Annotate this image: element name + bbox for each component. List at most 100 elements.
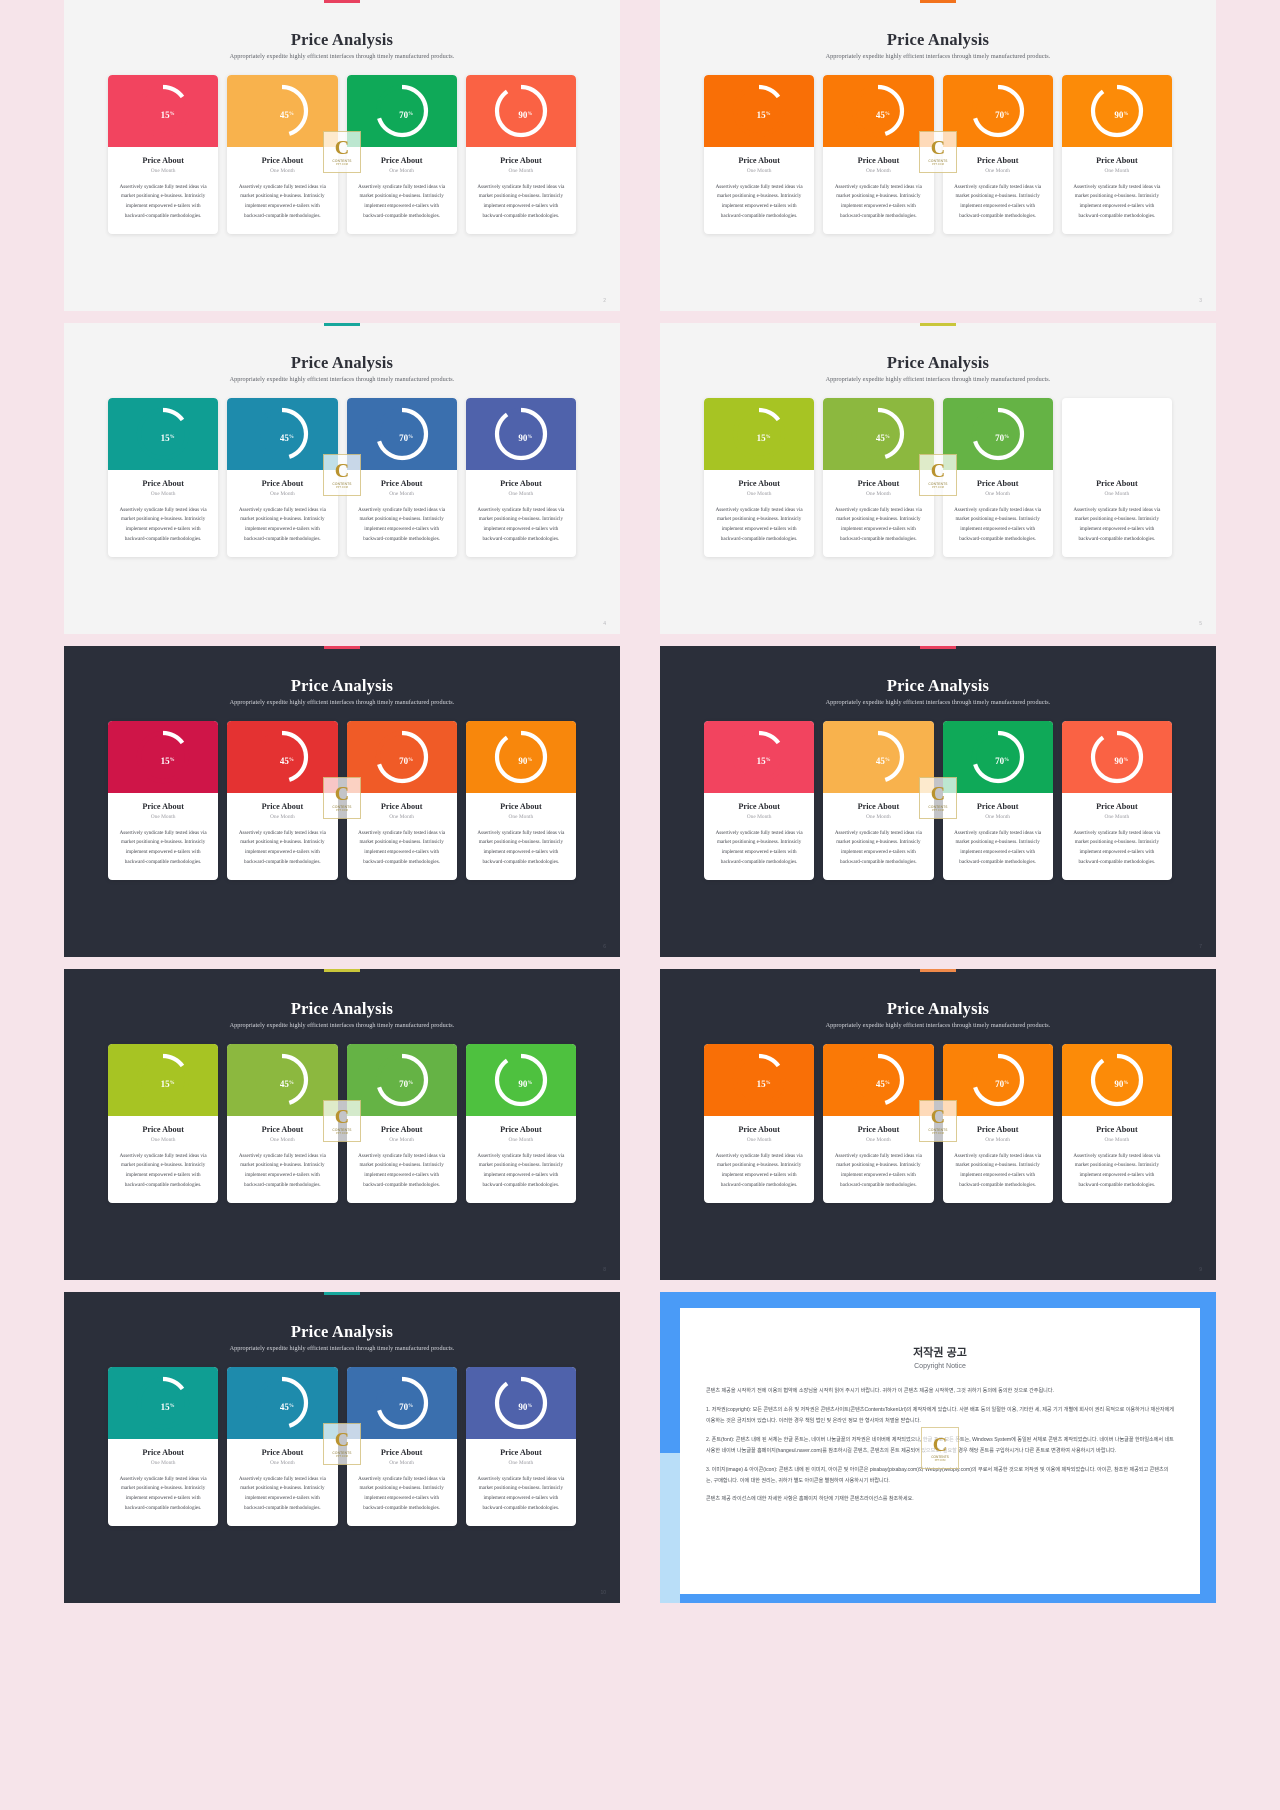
price-card[interactable]: 45% Price About One Month Assertively sy…: [823, 721, 934, 881]
price-card-title: Price About: [500, 802, 542, 811]
price-card[interactable]: 90% Price About One Month Assertively sy…: [465, 1044, 576, 1204]
price-card[interactable]: 90% Price About One Month Assertively sy…: [465, 721, 576, 881]
price-card-period: One Month: [985, 490, 1010, 497]
price-card-description: Assertively syndicate fully tested ideas…: [477, 506, 565, 543]
price-card-period: One Month: [508, 1136, 534, 1143]
price-card[interactable]: 70% Price About One Month Assertively sy…: [942, 398, 1053, 558]
price-card-title: Price About: [1096, 802, 1138, 811]
price-card[interactable]: 45% Price About One Month Assertively sy…: [227, 1367, 338, 1527]
accent-tick: [324, 1292, 360, 1295]
price-card-description: Assertively syndicate fully tested ideas…: [119, 183, 207, 220]
accent-tick: [920, 969, 956, 972]
gauge-value: 90%: [518, 1401, 533, 1412]
price-card-period: One Month: [1104, 1136, 1130, 1143]
price-card-period: One Month: [866, 490, 891, 497]
price-card[interactable]: 70% Price About One Month Assertively sy…: [942, 721, 1053, 881]
progress-gauge: 45%: [253, 82, 311, 140]
price-card[interactable]: 70% Price About One Month Assertively sy…: [346, 75, 457, 235]
page-title: Price Analysis: [886, 999, 990, 1018]
slide-panel-8[interactable]: Price Analysis Appropriately expedite hi…: [660, 969, 1216, 1280]
price-card[interactable]: 15% Price About One Month Assertively sy…: [704, 398, 815, 558]
price-card-row: 15% Price About One Month Assertively sy…: [660, 706, 1216, 881]
price-card-header: 45%: [227, 1044, 338, 1116]
price-card[interactable]: 70% Price About One Month Assertively sy…: [346, 1367, 457, 1527]
price-card-body: Price About One Month Assertively syndic…: [108, 793, 218, 880]
gauge-value: 70%: [995, 109, 1010, 120]
price-card-header: 90%: [465, 1044, 576, 1116]
price-card[interactable]: 70% Price About One Month Assertively sy…: [346, 398, 457, 558]
price-card-title: Price About: [976, 802, 1019, 811]
price-card-row: 15% Price About One Month Assertively sy…: [64, 706, 620, 881]
price-card[interactable]: 15% Price About One Month Assertively sy…: [704, 75, 815, 235]
slide-panel-5[interactable]: Price Analysis Appropriately expedite hi…: [64, 646, 620, 957]
copyright-subtitle: Copyright Notice: [914, 1363, 966, 1370]
price-card-title: Price About: [380, 1125, 423, 1134]
price-card[interactable]: 90% Price About One Month Assertively sy…: [465, 398, 576, 558]
slide-panel-4[interactable]: Price Analysis Appropriately expedite hi…: [660, 323, 1216, 634]
price-card[interactable]: 70% Price About One Month Assertively sy…: [942, 1044, 1053, 1204]
slide-panel-7[interactable]: Price Analysis Appropriately expedite hi…: [64, 969, 620, 1280]
price-card[interactable]: 90% Price About One Month Assertively sy…: [1061, 75, 1172, 235]
slide-panel-1[interactable]: Price Analysis Appropriately expedite hi…: [64, 0, 620, 311]
price-card-body: Price About One Month Assertively syndic…: [466, 147, 576, 234]
price-card[interactable]: 90% Price About One Month Assertively sy…: [1061, 1044, 1172, 1204]
price-card[interactable]: 70% Price About One Month Assertively sy…: [346, 721, 457, 881]
progress-gauge: 45%: [849, 82, 907, 140]
gauge-value: 45%: [875, 432, 890, 443]
price-card[interactable]: 70% Price About One Month Assertively sy…: [346, 1044, 457, 1204]
price-card-description: Assertively syndicate fully tested ideas…: [1073, 829, 1161, 866]
price-card-title: Price About: [1096, 479, 1138, 488]
price-card-description: Assertively syndicate fully tested ideas…: [477, 829, 565, 866]
price-card-description: Assertively syndicate fully tested ideas…: [238, 506, 326, 543]
price-card[interactable]: 45% Price About One Month Assertively sy…: [227, 721, 338, 881]
slide-header: Price Analysis Appropriately expedite hi…: [660, 323, 1216, 383]
price-card-period: One Month: [389, 1459, 414, 1466]
price-card-period: One Month: [508, 813, 534, 820]
price-card[interactable]: 15% Price About One Month Assertively sy…: [108, 75, 219, 235]
price-card[interactable]: 90% Price About One Month Assertively sy…: [465, 1367, 576, 1527]
price-card-period: One Month: [866, 1136, 891, 1143]
price-card-header: 15%: [704, 398, 815, 470]
price-card[interactable]: 15% Price About One Month Assertively sy…: [108, 398, 219, 558]
price-card[interactable]: 15% Price About One Month Assertively sy…: [108, 721, 219, 881]
price-card[interactable]: 15% Price About One Month Assertively sy…: [704, 721, 815, 881]
price-card[interactable]: 45% Price About One Month Assertively sy…: [823, 1044, 934, 1204]
price-card-body: Price About One Month Assertively syndic…: [108, 1116, 218, 1203]
progress-gauge: 45%: [253, 1051, 311, 1109]
copyright-notice-slide[interactable]: 저작권 공고 Copyright Notice 콘텐츠 제공을 시작하기 전에 …: [660, 1292, 1216, 1603]
price-card[interactable]: 45% Price About One Month Assertively sy…: [823, 75, 934, 235]
slide-panel-6[interactable]: Price Analysis Appropriately expedite hi…: [660, 646, 1216, 957]
price-card[interactable]: 45% Price About One Month Assertively sy…: [227, 75, 338, 235]
price-card-title: Price About: [380, 1448, 423, 1457]
price-card[interactable]: 45% Price About One Month Assertively sy…: [227, 1044, 338, 1204]
accent-tick: [920, 323, 956, 326]
slide-panel-2[interactable]: Price Analysis Appropriately expedite hi…: [660, 0, 1216, 311]
price-card-body: Price About One Month Assertively syndic…: [227, 147, 337, 234]
slide-deck-grid: Price Analysis Appropriately expedite hi…: [0, 0, 1280, 1810]
price-card-period: One Month: [270, 813, 295, 820]
price-card-header: 45%: [227, 1367, 338, 1439]
price-card[interactable]: 15% Price About One Month Assertively sy…: [108, 1044, 219, 1204]
slide-panel-9[interactable]: Price Analysis Appropriately expedite hi…: [64, 1292, 620, 1603]
progress-gauge: 15%: [730, 728, 788, 786]
price-card-body: Price About One Month Assertively syndic…: [1062, 793, 1172, 880]
price-card-title: Price About: [142, 156, 184, 165]
price-card[interactable]: 70% Price About One Month Assertively sy…: [942, 75, 1053, 235]
progress-gauge: 15%: [730, 405, 788, 463]
price-card-body: Price About One Month Assertively syndic…: [227, 470, 337, 557]
slide-panel-3[interactable]: Price Analysis Appropriately expedite hi…: [64, 323, 620, 634]
price-card-body: Price About One Month Assertively syndic…: [704, 147, 814, 234]
price-card[interactable]: 45% Price About One Month Assertively sy…: [823, 398, 934, 558]
price-card-description: Assertively syndicate fully tested ideas…: [358, 506, 446, 543]
price-card[interactable]: 15% Price About One Month Assertively sy…: [108, 1367, 219, 1527]
price-card[interactable]: 90% Price About One Month Assertively sy…: [465, 75, 576, 235]
gauge-value: 70%: [399, 109, 414, 120]
price-card-body: Price About One Month Assertively syndic…: [1062, 147, 1172, 234]
progress-gauge: 90%: [492, 728, 550, 786]
price-card[interactable]: 45% Price About One Month Assertively sy…: [227, 398, 338, 558]
price-card-title: Price About: [261, 1125, 304, 1134]
price-card-body: Price About One Month Assertively syndic…: [347, 1116, 457, 1203]
price-card[interactable]: 90% Price About One Month Assertively sy…: [1061, 398, 1172, 558]
price-card[interactable]: 90% Price About One Month Assertively sy…: [1061, 721, 1172, 881]
price-card[interactable]: 15% Price About One Month Assertively sy…: [704, 1044, 815, 1204]
